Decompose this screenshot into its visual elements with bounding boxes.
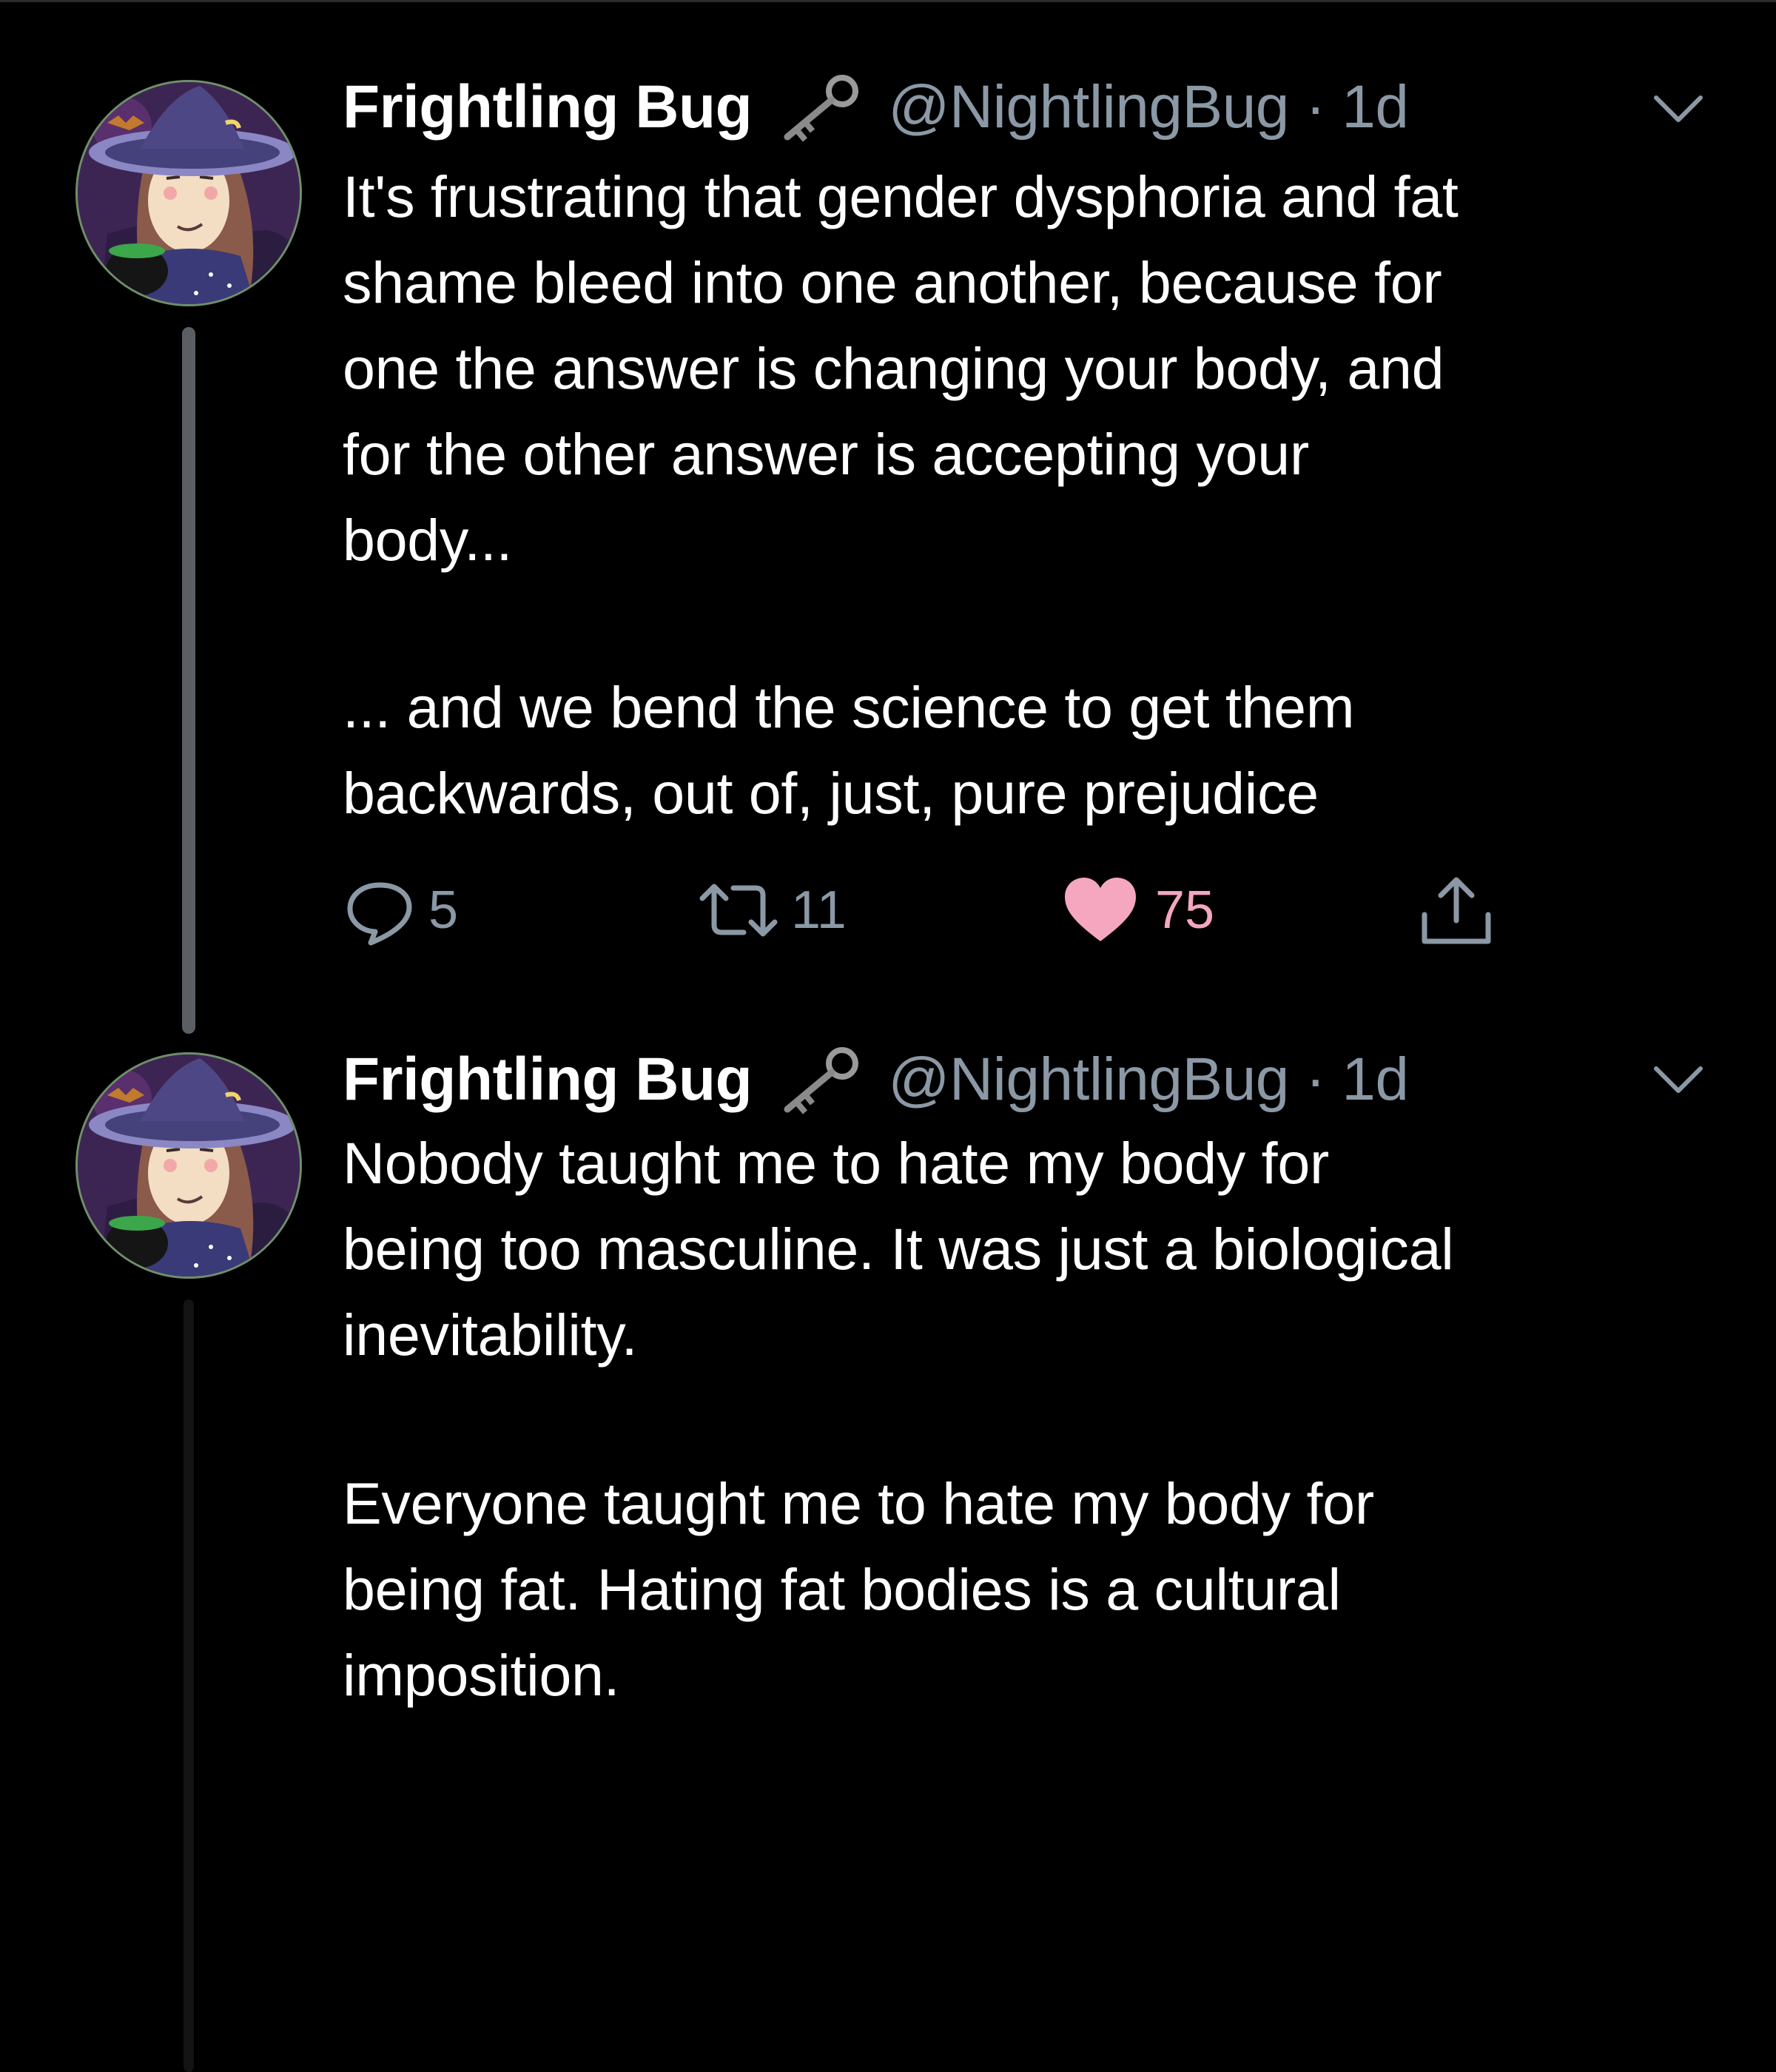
tweet-text-paragraph: Everyone taught me to hate my body for b…: [343, 1470, 1374, 1708]
share-icon: [1422, 877, 1491, 944]
old-key-icon: [774, 1043, 863, 1117]
chevron-down-icon[interactable]: [1649, 1058, 1708, 1103]
tweet-text-paragraph: Nobody taught me to hate my body for bei…: [343, 1130, 1454, 1368]
thread-connector-line: [184, 1299, 194, 2072]
share-button[interactable]: [1416, 866, 1497, 955]
avatar-illustration: [78, 82, 300, 304]
author-handle-and-time[interactable]: @NightlingBug · 1d: [888, 73, 1409, 142]
chevron-down-icon[interactable]: [1649, 87, 1708, 132]
thread-connector-line: [182, 327, 195, 1034]
reply-bubble-icon: [347, 882, 412, 946]
tweet-text-paragraph: It's frustrating that gender dysphoria a…: [343, 164, 1459, 573]
reply-button[interactable]: 5: [343, 866, 458, 955]
heart-icon: [1065, 878, 1136, 941]
like-button[interactable]: 75: [1062, 866, 1214, 955]
tweet-action-bar: 5 11 75: [343, 866, 1527, 955]
tweet[interactable]: Frightling Bug @NightlingBug · 1d Nobody…: [0, 1036, 1776, 2072]
retweet-count: 11: [791, 881, 847, 940]
tweet-header: Frightling Bug @NightlingBug · 1d: [343, 1039, 1409, 1120]
avatar[interactable]: [75, 1052, 302, 1279]
reply-count: 5: [428, 881, 459, 940]
tweet-text-paragraph: ... and we bend the science to get them …: [343, 674, 1355, 826]
retweet-icon: [699, 884, 778, 937]
avatar[interactable]: [75, 80, 302, 306]
tweet[interactable]: Frightling Bug @NightlingBug · 1d It's f…: [0, 0, 1776, 1036]
tweet-header: Frightling Bug @NightlingBug · 1d: [343, 67, 1409, 148]
retweet-button[interactable]: 11: [698, 866, 847, 955]
old-key-icon: [774, 70, 863, 144]
avatar-illustration: [78, 1054, 300, 1276]
author-handle-and-time[interactable]: @NightlingBug · 1d: [888, 1045, 1409, 1114]
like-count: 75: [1155, 881, 1215, 940]
author-display-name[interactable]: Frightling Bug: [343, 1045, 753, 1114]
author-display-name[interactable]: Frightling Bug: [343, 73, 753, 142]
